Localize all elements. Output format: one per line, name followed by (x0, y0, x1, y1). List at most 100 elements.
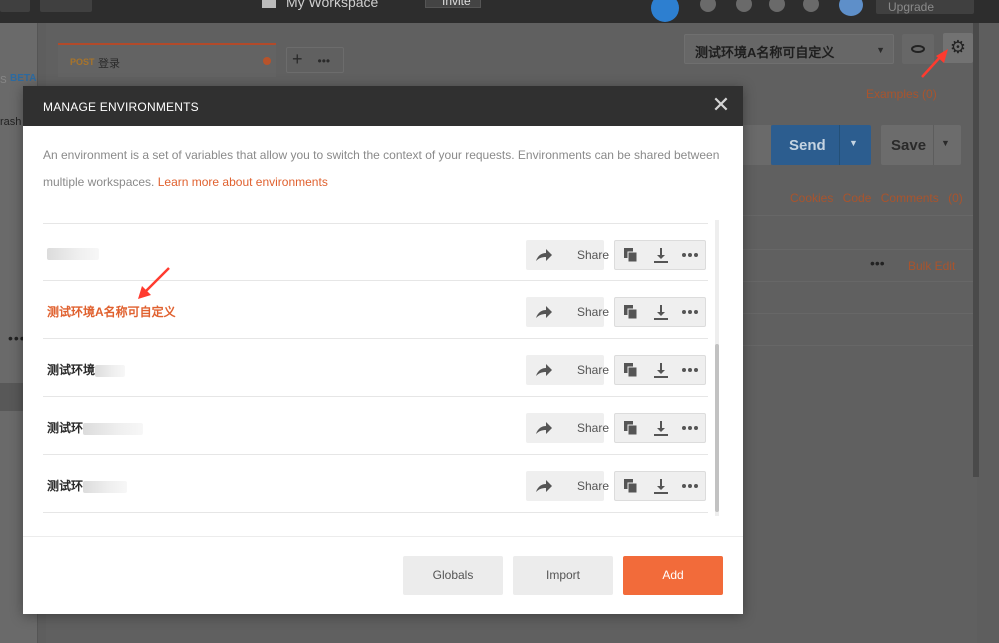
share-button[interactable]: Share (526, 240, 609, 270)
heart-icon[interactable] (803, 0, 819, 12)
globals-button[interactable]: Globals (403, 556, 503, 595)
environment-name[interactable] (47, 246, 99, 260)
red-arrow-annotation (138, 267, 170, 299)
main-scrollbar[interactable] (973, 23, 979, 477)
request-links: Cookies Code Comments (0) (790, 191, 963, 205)
more-icon[interactable] (675, 356, 703, 384)
upgrade-button[interactable]: Upgrade (876, 0, 974, 14)
share-button[interactable]: Share (526, 413, 609, 443)
download-icon[interactable] (647, 298, 675, 326)
save-label: Save (891, 137, 927, 154)
environment-name[interactable]: 测试环境A名称可自定义 (47, 303, 176, 320)
more-icon[interactable] (675, 298, 703, 326)
more-icon[interactable] (675, 241, 703, 269)
learn-more-link[interactable]: Learn more about environments (158, 175, 328, 189)
request-tab[interactable]: POST 登录 (58, 43, 276, 77)
download-icon[interactable] (647, 241, 675, 269)
scrollbar-thumb[interactable] (715, 344, 719, 512)
environment-select[interactable]: 测试环境A名称可自定义 ▼ (684, 34, 894, 64)
share-arrow-icon (536, 422, 552, 434)
workspace-icon (262, 0, 276, 8)
settings-icon[interactable] (736, 0, 752, 12)
download-icon[interactable] (647, 414, 675, 442)
list-item[interactable]: 测试环境 Share (43, 339, 708, 397)
environment-name[interactable]: 测试环 (47, 419, 144, 436)
divider (743, 345, 977, 346)
share-arrow-icon (536, 306, 552, 318)
environment-name[interactable]: 测试环境 (47, 361, 126, 378)
divider (743, 313, 977, 314)
more-icon[interactable] (675, 472, 703, 500)
satellite-icon[interactable] (700, 0, 716, 12)
sidebar-tab-label[interactable]: S (0, 75, 7, 86)
description-text: An environment is a set of variables tha… (43, 148, 720, 189)
duplicate-icon[interactable] (617, 472, 645, 500)
import-button[interactable] (40, 0, 92, 12)
list-item[interactable]: 测试环 Share (43, 455, 708, 513)
share-button[interactable]: Share (526, 355, 609, 385)
divider (743, 215, 977, 216)
manage-environments-modal: MANAGE ENVIRONMENTS ✕ An environment is … (23, 86, 743, 614)
duplicate-icon[interactable] (617, 241, 645, 269)
cookies-link[interactable]: Cookies (790, 191, 833, 205)
tab-more-icon[interactable]: ••• (318, 54, 331, 68)
chevron-down-icon[interactable]: ▼ (941, 138, 950, 148)
request-name: 登录 (98, 58, 120, 70)
avatar[interactable] (839, 0, 863, 16)
blurred-text (83, 422, 144, 435)
close-icon[interactable]: ✕ (711, 94, 731, 118)
new-button[interactable] (0, 0, 30, 12)
modal-description: An environment is a set of variables tha… (43, 142, 723, 196)
top-bar: My Workspace Invite Upgrade (0, 0, 999, 23)
share-arrow-icon (536, 480, 552, 492)
invite-button[interactable]: Invite (425, 0, 481, 8)
divider (743, 281, 977, 282)
share-label: Share (577, 363, 610, 377)
environment-list-scrollbar[interactable] (715, 220, 719, 516)
share-label: Share (577, 248, 610, 262)
environment-actions (614, 240, 706, 270)
plus-icon[interactable]: + (292, 49, 303, 69)
blurred-text (83, 480, 128, 493)
gear-icon: ⚙ (949, 37, 967, 57)
download-icon[interactable] (647, 356, 675, 384)
send-button[interactable]: Send ▼ (771, 125, 871, 165)
duplicate-icon[interactable] (617, 414, 645, 442)
share-button[interactable]: Share (526, 297, 609, 327)
workspace-switcher[interactable]: My Workspace (286, 0, 378, 10)
environment-name[interactable]: 测试环 (47, 477, 128, 494)
share-button[interactable]: Share (526, 471, 609, 501)
environment-actions (614, 471, 706, 501)
blurred-text (47, 247, 99, 260)
more-icon[interactable]: ••• (870, 255, 885, 271)
bulk-edit-link[interactable]: Bulk Edit (908, 259, 955, 273)
divider (933, 125, 934, 165)
url-input-end[interactable] (743, 125, 771, 165)
sidebar-item-trash[interactable]: rash (0, 116, 21, 128)
duplicate-icon[interactable] (617, 298, 645, 326)
add-environment-button[interactable]: Add (623, 556, 723, 595)
examples-dropdown[interactable]: Examples (0) (866, 87, 937, 101)
import-button[interactable]: Import (513, 556, 613, 595)
share-arrow-icon (536, 364, 552, 376)
chevron-down-icon[interactable]: ▼ (849, 138, 858, 148)
list-item[interactable]: 测试环 Share (43, 397, 708, 455)
download-icon[interactable] (647, 472, 675, 500)
sync-icon[interactable] (651, 0, 679, 22)
beta-badge: BETA (10, 73, 37, 84)
share-label: Share (577, 479, 610, 493)
new-tab-button[interactable]: + ••• (286, 47, 344, 73)
share-label: Share (577, 421, 610, 435)
code-link[interactable]: Code (843, 191, 872, 205)
send-label: Send (789, 137, 826, 154)
modal-header: MANAGE ENVIRONMENTS ✕ (23, 86, 743, 126)
save-button[interactable]: Save ▼ (881, 125, 961, 165)
notification-icon[interactable] (769, 0, 785, 12)
environment-actions (614, 413, 706, 443)
request-method: POST (70, 57, 95, 67)
blurred-text (95, 364, 126, 377)
more-icon[interactable] (675, 414, 703, 442)
comments-link[interactable]: Comments (0) (881, 191, 963, 205)
modal-title: MANAGE ENVIRONMENTS (43, 100, 199, 114)
duplicate-icon[interactable] (617, 356, 645, 384)
